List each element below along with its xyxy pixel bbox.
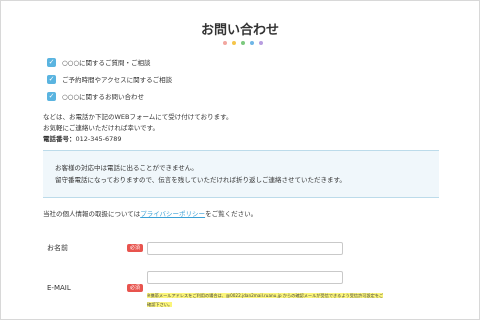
decoration-dot — [259, 41, 263, 45]
notice-box: お客様の対応中は電話に出ることができません。 留守番電話になっておりますので、伝… — [43, 150, 439, 198]
notice-line: お客様の対応中は電話に出ることができません。 — [55, 164, 198, 172]
checkbox-label: ○○○に関するお問い合わせ — [62, 93, 145, 101]
required-badge: 必須 — [127, 244, 143, 252]
email-hint-line: ※携帯メールアドレスをご利用の場合は、@0022.jdan2mail.ruanu… — [147, 293, 384, 298]
phone-number: 012-345-6789 — [75, 135, 122, 143]
contact-info: などは、お電話か下記のWEBフォームにて受け付けております。 お気軽にご連絡いた… — [43, 112, 232, 145]
privacy-policy-link[interactable]: プライバシーポリシー — [140, 210, 205, 218]
privacy-text-before: 当社の個人情報の取扱については — [43, 210, 141, 218]
email-hint-line: 確認下さい。 — [147, 302, 173, 307]
checkmark-icon[interactable]: ✓ — [47, 74, 56, 84]
privacy-text: 当社の個人情報の取扱についてはプライバシーポリシーをご覧ください。 — [43, 208, 257, 218]
checkbox-item-question[interactable]: ✓ ○○○に関するお問い合わせ — [47, 91, 144, 101]
email-label: E-MAIL — [47, 284, 71, 292]
checkbox-label: ご予約時間やアクセスに関するご相談 — [62, 76, 173, 84]
info-line: お気軽にご連絡いただければ幸いです。 — [43, 124, 160, 132]
decoration-dot — [232, 41, 236, 45]
checkmark-icon[interactable]: ✓ — [47, 57, 56, 67]
name-input[interactable] — [147, 242, 343, 255]
checkbox-item-inquiry[interactable]: ✓ ○○○に関するご質問・ご相談 — [47, 57, 151, 67]
email-hint: ※携帯メールアドレスをご利用の場合は、@0022.jdan2mail.ruanu… — [147, 291, 437, 309]
checkbox-label: ○○○に関するご質問・ご相談 — [62, 59, 151, 67]
phone-label: 電話番号： — [43, 135, 76, 143]
phone-line: 電話番号：012-345-6789 — [43, 134, 232, 145]
email-input[interactable] — [147, 271, 343, 284]
info-line: などは、お電話か下記のWEBフォームにて受け付けております。 — [43, 113, 233, 121]
checkbox-item-reservation[interactable]: ✓ ご予約時間やアクセスに関するご相談 — [47, 74, 172, 84]
notice-line: 留守番電話になっておりますので、伝言を残していただければ折り返しご連絡させていた… — [55, 176, 346, 184]
required-badge: 必須 — [127, 284, 143, 292]
decoration-dot — [250, 41, 254, 45]
privacy-text-after: をご覧ください。 — [205, 210, 258, 218]
decoration-dot — [223, 41, 227, 45]
page-title: お問い合わせ — [200, 23, 279, 38]
contact-page: お問い合わせ ✓ ○○○に関するご質問・ご相談 ✓ ご予約時間やアクセスに関する… — [0, 0, 480, 320]
checkmark-icon[interactable]: ✓ — [47, 91, 56, 101]
name-label: お名前 — [47, 244, 68, 252]
decoration-dot — [241, 41, 245, 45]
title-decoration-dots — [223, 41, 263, 45]
